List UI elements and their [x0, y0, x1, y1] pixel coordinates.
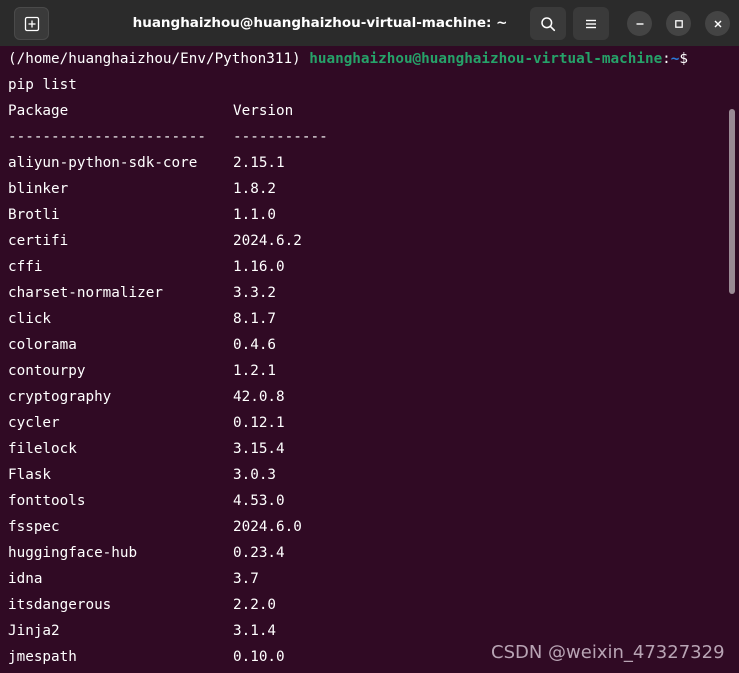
package-name: certifi [8, 233, 69, 249]
package-name: Brotli [8, 207, 60, 223]
title-bar: huanghaizhou@huanghaizhou-virtual-machin… [0, 0, 739, 46]
prompt-user-host: huanghaizhou@huanghaizhou-virtual-machin… [309, 51, 663, 67]
new-tab-icon [24, 16, 39, 31]
package-name: idna [8, 571, 43, 587]
prompt-line: (/home/huanghaizhou/Env/Python311) huang… [8, 46, 688, 72]
package-version: 0.12.1 [233, 415, 285, 431]
header-package: Package [8, 103, 69, 119]
package-version: 4.53.0 [233, 493, 285, 509]
package-version: 3.7 [233, 571, 259, 587]
terminal-output[interactable]: (/home/huanghaizhou/Env/Python311) huang… [0, 46, 725, 673]
package-name: fonttools [8, 493, 86, 509]
minimize-icon [636, 22, 643, 25]
window-title: huanghaizhou@huanghaizhou-virtual-machin… [132, 15, 508, 31]
close-button[interactable] [705, 11, 730, 36]
package-name: fsspec [8, 519, 60, 535]
package-version: 2024.6.2 [233, 233, 302, 249]
separator-package: ----------------------- [8, 129, 206, 145]
package-version: 3.15.4 [233, 441, 285, 457]
search-icon [541, 16, 556, 31]
package-name: Jinja2 [8, 623, 60, 639]
package-version: 1.2.1 [233, 363, 277, 379]
package-name: jmespath [8, 649, 77, 665]
close-icon [714, 20, 721, 27]
maximize-button[interactable] [666, 11, 691, 36]
terminal-window: huanghaizhou@huanghaizhou-virtual-machin… [0, 0, 739, 673]
package-version: 1.16.0 [233, 259, 285, 275]
package-name: Flask [8, 467, 52, 483]
watermark: CSDN @weixin_47327329 [491, 642, 725, 663]
package-version: 2.2.0 [233, 597, 277, 613]
new-tab-button[interactable] [14, 7, 49, 40]
hamburger-menu-icon [586, 19, 596, 28]
package-version: 3.1.4 [233, 623, 277, 639]
package-name: click [8, 311, 52, 327]
header-version: Version [233, 103, 294, 119]
separator-version: ----------- [233, 129, 328, 145]
package-name: blinker [8, 181, 69, 197]
package-name: cycler [8, 415, 60, 431]
package-version: 1.8.2 [233, 181, 277, 197]
prompt-symbol: $ [679, 51, 688, 67]
package-version: 2.15.1 [233, 155, 285, 171]
prompt-colon: : [662, 51, 671, 67]
package-name: cryptography [8, 389, 112, 405]
package-name: charset-normalizer [8, 285, 163, 301]
maximize-icon [674, 19, 683, 28]
scrollbar-thumb[interactable] [729, 109, 735, 294]
package-version: 0.23.4 [233, 545, 285, 561]
package-name: cffi [8, 259, 43, 275]
package-name: itsdangerous [8, 597, 112, 613]
package-version: 0.4.6 [233, 337, 277, 353]
menu-button[interactable] [573, 7, 609, 40]
package-version: 1.1.0 [233, 207, 277, 223]
package-version: 2024.6.0 [233, 519, 302, 535]
package-version: 42.0.8 [233, 389, 285, 405]
package-name: colorama [8, 337, 77, 353]
prompt-env: (/home/huanghaizhou/Env/Python311) [8, 51, 310, 67]
package-name: contourpy [8, 363, 86, 379]
package-version: 0.10.0 [233, 649, 285, 665]
package-name: huggingface-hub [8, 545, 138, 561]
package-name: aliyun-python-sdk-core [8, 155, 198, 171]
minimize-button[interactable] [627, 11, 652, 36]
package-name: filelock [8, 441, 77, 457]
package-version: 3.0.3 [233, 467, 277, 483]
search-button[interactable] [530, 7, 566, 40]
package-version: 8.1.7 [233, 311, 277, 327]
package-version: 3.3.2 [233, 285, 277, 301]
command-line: pip list [8, 77, 77, 93]
